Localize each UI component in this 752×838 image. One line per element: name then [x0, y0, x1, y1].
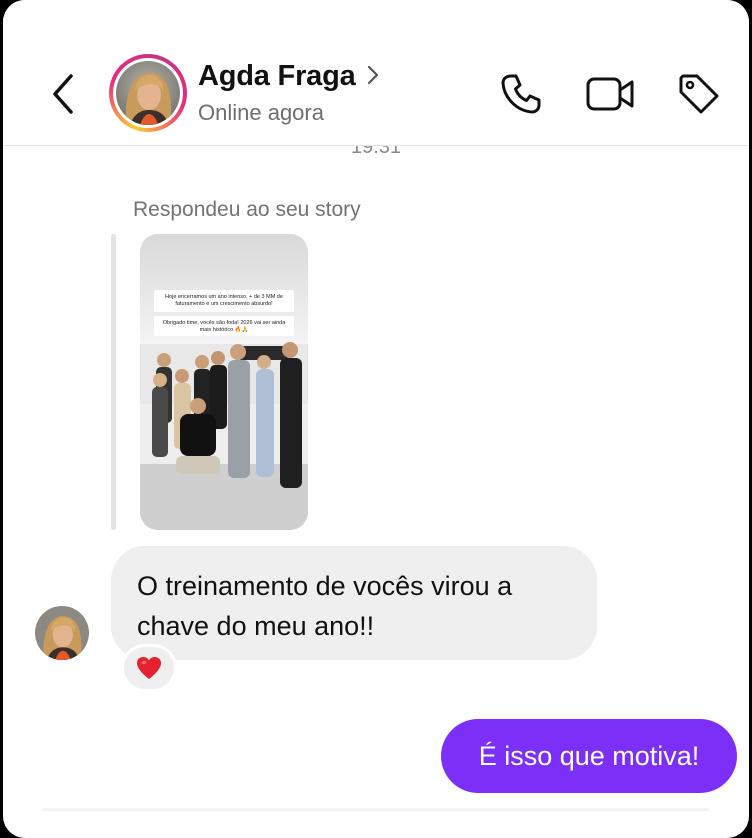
story-photo	[140, 234, 308, 530]
outgoing-message-text: É isso que motiva!	[478, 741, 700, 771]
story-thumbnail[interactable]: Hoje encerramos um ano intenso, + de 3 M…	[140, 234, 308, 530]
heart-icon	[137, 657, 161, 679]
phone-icon	[501, 74, 541, 114]
chat-window: Agda Fraga Online agora 19:31 Respondeu …	[3, 0, 749, 838]
tag-button[interactable]	[675, 70, 723, 118]
chevron-right-icon	[367, 65, 378, 84]
story-caption-1: Hoje encerramos um ano intenso, + de 3 M…	[154, 292, 294, 310]
story-reply-label: Respondeu ao seu story	[133, 198, 361, 221]
contact-avatar[interactable]	[109, 54, 187, 132]
tag-icon	[679, 74, 719, 114]
reply-indicator-bar	[111, 234, 116, 530]
avatar-photo	[116, 61, 180, 125]
message-reaction[interactable]	[121, 644, 177, 692]
incoming-message-text: O treinamento de vocês virou a chave do …	[137, 571, 513, 641]
contact-name: Agda Fraga	[198, 60, 356, 92]
chevron-left-icon	[53, 74, 73, 114]
online-status: Online agora	[198, 100, 324, 125]
incoming-message-bubble[interactable]: O treinamento de vocês virou a chave do …	[111, 546, 597, 660]
video-call-button[interactable]	[585, 70, 634, 118]
story-caption-2: Obrigado time, vocês são foda! 2026 vai …	[154, 318, 294, 336]
sender-avatar[interactable]	[35, 606, 89, 660]
composer-edge	[43, 808, 709, 811]
outgoing-message-bubble[interactable]: É isso que motiva!	[441, 719, 737, 793]
chat-header: Agda Fraga Online agora	[3, 0, 749, 146]
video-camera-icon	[586, 77, 634, 111]
back-button[interactable]	[47, 72, 81, 116]
contact-name-link[interactable]: Agda Fraga	[198, 60, 380, 93]
audio-call-button[interactable]	[497, 70, 545, 118]
